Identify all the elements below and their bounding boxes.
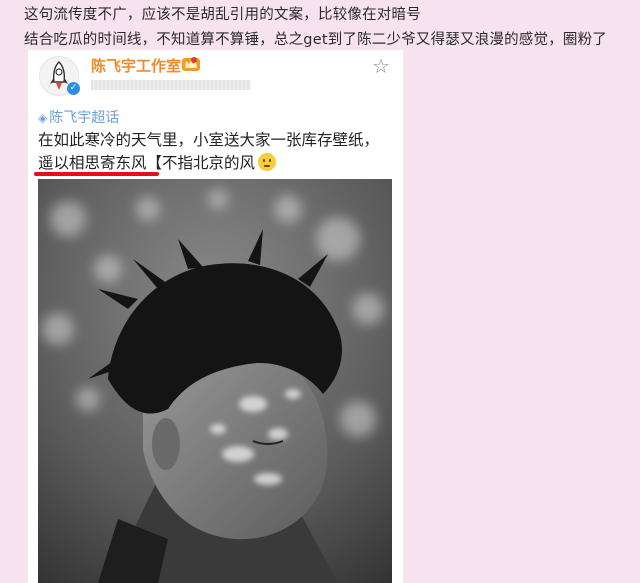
red-underline-annotation <box>34 172 159 176</box>
portrait-photo-illustration <box>38 179 392 583</box>
supertopic-link[interactable]: ◈ 陈飞宇超话 <box>38 107 119 127</box>
supertopic-label: 陈飞宇超话 <box>49 110 120 126</box>
post-photo[interactable] <box>38 179 392 583</box>
post-meta-blurred <box>91 80 251 90</box>
post-text-line-2: 遥以相思寄东风【不指北京的风 <box>38 151 277 173</box>
verified-badge-icon: ✓ <box>66 81 81 96</box>
supertopic-icon: ◈ <box>38 111 48 125</box>
caption-line-1: 这句流传度不广，应该不是胡乱引用的文案，比较像在对暗号 <box>24 7 421 23</box>
weibo-post-card: ✓ 陈飞宇工作室 ☆ ◈ 陈飞宇超话 在如此寒冷的天气里，小室送大家一张库存壁纸，… <box>28 50 403 583</box>
post-text-rest: 【不指北京的风 <box>146 154 256 172</box>
smile-emoji-icon <box>258 153 277 171</box>
post-text-highlight: 遥以相思寄东风 <box>38 154 147 172</box>
post-text-line-1: 在如此寒冷的天气里，小室送大家一张库存壁纸， <box>38 131 380 149</box>
account-name[interactable]: 陈飞宇工作室 <box>91 55 181 76</box>
crown-badge-icon <box>182 57 200 71</box>
star-icon[interactable]: ☆ <box>372 54 390 78</box>
caption-line-2: 结合吃瓜的时间线，不知道算不算锤，总之get到了陈二少爷又得瑟又浪漫的感觉，圈粉… <box>24 32 608 48</box>
